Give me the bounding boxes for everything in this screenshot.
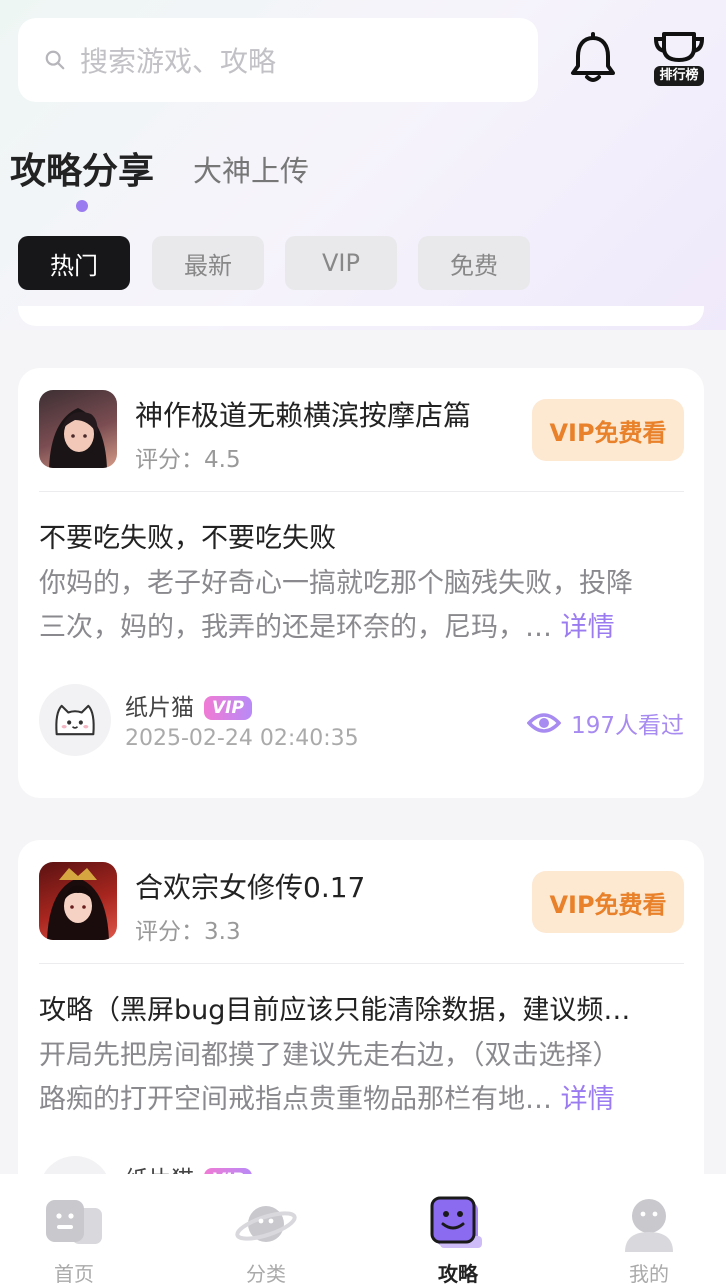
game-title: 合欢宗女修传0.17 bbox=[135, 871, 366, 904]
card-divider bbox=[39, 491, 684, 492]
view-count-text: 197人看过 bbox=[571, 713, 684, 739]
nav-label: 首页 bbox=[54, 1262, 94, 1285]
filter-vip[interactable]: VIP bbox=[285, 236, 397, 290]
post-date: 2025-02-24 02:40:35 bbox=[125, 726, 359, 751]
author-row: 纸片猫 VIP bbox=[125, 688, 252, 722]
guide-book-icon bbox=[430, 1196, 482, 1248]
vip-free-watch-button[interactable]: VIP免费看 bbox=[532, 871, 684, 933]
nav-label: 分类 bbox=[246, 1262, 286, 1285]
ranking-label: 排行榜 bbox=[654, 66, 704, 86]
profile-icon bbox=[625, 1199, 673, 1252]
guide-heading: 攻略（黑屏bug目前应该只能清除数据，建议频… bbox=[39, 995, 631, 1026]
game-score: 评分：4.5 bbox=[135, 447, 241, 473]
nav-home[interactable]: 首页 bbox=[9, 1174, 139, 1285]
nav-guide[interactable]: 攻略 bbox=[393, 1174, 523, 1285]
ranking-button[interactable]: 排行榜 bbox=[650, 30, 708, 90]
game-title: 神作极道无赖横滨按摩店篇 bbox=[135, 399, 472, 432]
bottom-navigation: 首页 分类 攻略 我的 bbox=[0, 1174, 726, 1285]
author-avatar[interactable] bbox=[39, 684, 111, 756]
summary-line-text: 三次，妈的，我弄的还是环奈的，尼玛，… bbox=[39, 612, 552, 643]
search-input[interactable]: 搜索游戏、攻略 bbox=[18, 18, 538, 102]
nav-profile[interactable]: 我的 bbox=[584, 1174, 714, 1285]
filter-latest[interactable]: 最新 bbox=[152, 236, 264, 290]
details-link[interactable]: 详情 bbox=[561, 1084, 615, 1115]
game-score: 评分：3.3 bbox=[135, 919, 241, 945]
trophy-icon bbox=[653, 32, 705, 62]
nav-label: 我的 bbox=[629, 1262, 669, 1285]
author-name: 纸片猫 bbox=[125, 695, 194, 721]
guide-summary: 开局先把房间都摸了建议先走右边，（双击选择） 路痴的打开空间戒指点贵重物品那栏有… bbox=[39, 1034, 684, 1122]
tab-expert-upload[interactable]: 大神上传 bbox=[193, 148, 309, 190]
nav-label: 攻略 bbox=[438, 1262, 478, 1285]
nav-category[interactable]: 分类 bbox=[201, 1174, 331, 1285]
filter-free[interactable]: 免费 bbox=[418, 236, 530, 290]
previous-card-edge bbox=[18, 306, 704, 326]
vip-badge: VIP bbox=[204, 696, 252, 720]
card-divider bbox=[39, 963, 684, 964]
guide-card[interactable]: 神作极道无赖横滨按摩店篇 评分：4.5 VIP免费看 不要吃失败，不要吃失败 你… bbox=[18, 368, 704, 798]
filter-hot[interactable]: 热门 bbox=[18, 236, 130, 290]
guide-heading: 不要吃失败，不要吃失败 bbox=[39, 523, 336, 554]
details-link[interactable]: 详情 bbox=[561, 612, 615, 643]
cat-avatar-icon bbox=[55, 704, 95, 736]
summary-line: 路痴的打开空间戒指点贵重物品那栏有地… 详情 bbox=[39, 1078, 684, 1122]
active-tab-indicator bbox=[76, 200, 88, 212]
summary-line: 三次，妈的，我弄的还是环奈的，尼玛，… 详情 bbox=[39, 606, 684, 650]
view-count: 197人看过 bbox=[527, 706, 684, 740]
tab-guide-share[interactable]: 攻略分享 bbox=[10, 142, 154, 194]
summary-line: 你妈的，老子好奇心一搞就吃那个脑残失败，投降 bbox=[39, 568, 633, 599]
game-thumbnail bbox=[39, 390, 117, 468]
search-placeholder: 搜索游戏、攻略 bbox=[80, 45, 277, 78]
eye-icon bbox=[527, 713, 562, 733]
vip-free-watch-button[interactable]: VIP免费看 bbox=[532, 399, 684, 461]
summary-line-text: 路痴的打开空间戒指点贵重物品那栏有地… bbox=[39, 1084, 552, 1115]
game-thumbnail bbox=[39, 862, 117, 940]
guide-summary: 你妈的，老子好奇心一搞就吃那个脑残失败，投降 三次，妈的，我弄的还是环奈的，尼玛… bbox=[39, 562, 684, 650]
search-icon bbox=[45, 50, 65, 70]
bell-icon[interactable] bbox=[566, 32, 620, 86]
home-icon bbox=[46, 1200, 102, 1244]
summary-line: 开局先把房间都摸了建议先走右边，（双击选择） bbox=[39, 1040, 620, 1071]
planet-icon bbox=[235, 1206, 297, 1242]
